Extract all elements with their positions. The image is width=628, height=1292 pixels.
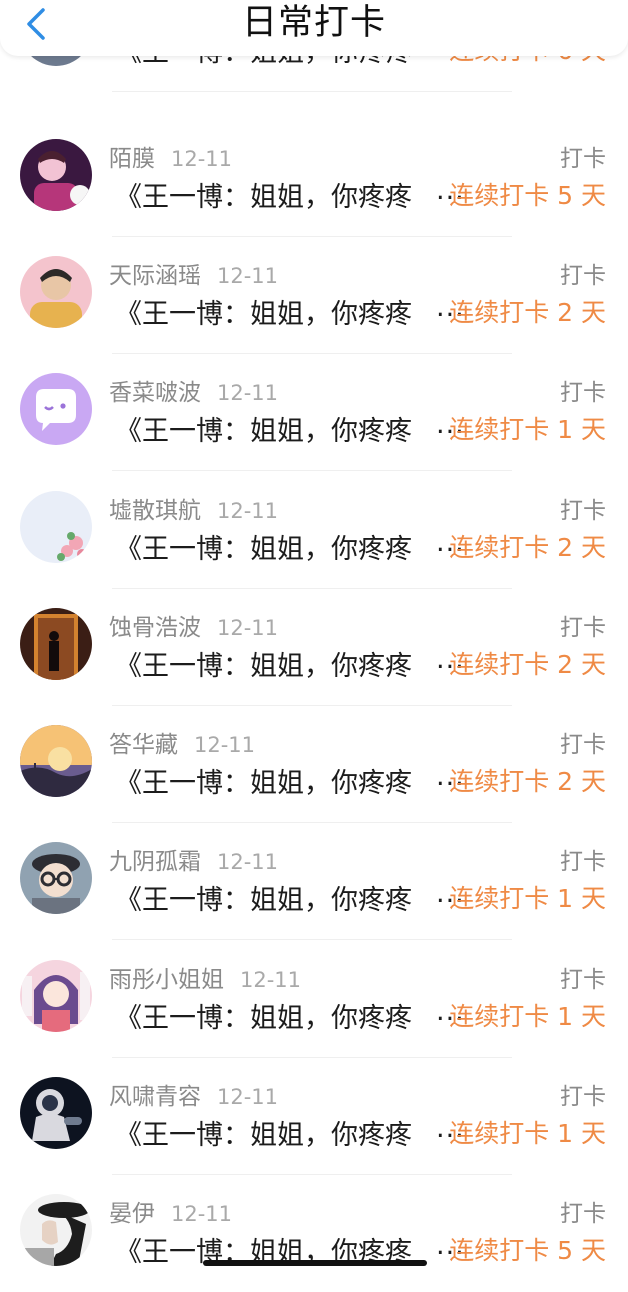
list-item[interactable]: 陌膜 12-11 打卡 《王一博：姐姐，你疼疼 ... 连续打卡 5 天 bbox=[0, 120, 628, 237]
streak-count: 连续打卡 2 天 bbox=[449, 533, 606, 562]
page-title: 日常打卡 bbox=[241, 3, 386, 43]
post-text: 《王一博：姐姐，你疼疼 bbox=[115, 182, 412, 213]
avatar[interactable] bbox=[20, 373, 92, 445]
post-date: 12-11 bbox=[171, 147, 233, 171]
check-in-button[interactable]: 打卡 bbox=[560, 960, 606, 994]
post-date: 12-11 bbox=[194, 733, 256, 757]
post-text: 《王一博：姐姐，你疼疼 bbox=[115, 299, 412, 330]
user-name[interactable]: 陌膜 12-11 bbox=[109, 139, 232, 173]
check-in-button[interactable]: 打卡 bbox=[560, 1077, 606, 1111]
pink-neon-person-avatar bbox=[20, 139, 92, 211]
home-indicator[interactable] bbox=[203, 1260, 427, 1266]
row-divider bbox=[112, 470, 512, 471]
check-in-button[interactable]: 打卡 bbox=[560, 608, 606, 642]
post-date: 12-11 bbox=[217, 264, 279, 288]
user-name[interactable]: 晏伊 12-11 bbox=[109, 1194, 232, 1228]
check-in-button[interactable]: 打卡 bbox=[560, 1194, 606, 1228]
astronaut-avatar bbox=[20, 1077, 92, 1149]
post-text: 《王一博：姐姐，你疼疼 bbox=[115, 534, 412, 565]
post-date: 12-11 bbox=[217, 381, 279, 405]
orange-sweater-person-avatar bbox=[20, 256, 92, 328]
streak-count: 连续打卡 2 天 bbox=[449, 650, 606, 679]
user-name[interactable]: 九阴孤霜 12-11 bbox=[109, 842, 278, 876]
sunset-landscape-avatar bbox=[20, 725, 92, 797]
streak-count: 连续打卡 1 天 bbox=[449, 884, 606, 913]
list-item[interactable]: 天际涵瑶 12-11 打卡 《王一博：姐姐，你疼疼 ... 连续打卡 2 天 bbox=[0, 237, 628, 354]
streak-count: 连续打卡 1 天 bbox=[449, 1119, 606, 1148]
check-in-button[interactable]: 打卡 bbox=[560, 725, 606, 759]
post-text: 《王一博：姐姐，你疼疼 bbox=[115, 416, 412, 447]
post-date: 12-11 bbox=[217, 1085, 279, 1109]
check-in-button[interactable]: 打卡 bbox=[560, 373, 606, 407]
row-divider bbox=[112, 91, 512, 92]
list-item[interactable]: 晏伊 12-11 打卡 《王一博：姐姐，你疼疼 ... 连续打卡 5 天 bbox=[0, 1175, 628, 1292]
avatar[interactable] bbox=[20, 608, 92, 680]
post-text: 《王一博：姐姐，你疼疼 bbox=[115, 885, 412, 916]
post-date: 12-11 bbox=[171, 1202, 233, 1226]
profile-with-hat-avatar bbox=[20, 1194, 92, 1266]
list-item[interactable]: 蚀骨浩波 12-11 打卡 《王一博：姐姐，你疼疼 ... 连续打卡 2 天 bbox=[0, 589, 628, 706]
avatar[interactable] bbox=[20, 960, 92, 1032]
avatar[interactable] bbox=[20, 1194, 92, 1266]
user-name[interactable]: 蚀骨浩波 12-11 bbox=[109, 608, 278, 642]
list-item[interactable]: 答华藏 12-11 打卡 《王一博：姐姐，你疼疼 ... 连续打卡 2 天 bbox=[0, 706, 628, 823]
list-item[interactable]: 九阴孤霜 12-11 打卡 《王一博：姐姐，你疼疼 ... 连续打卡 1 天 bbox=[0, 823, 628, 940]
user-name[interactable]: 香菜啵波 12-11 bbox=[109, 373, 278, 407]
post-text: 《王一博：姐姐，你疼疼 bbox=[115, 651, 412, 682]
post-text: 《王一博：姐姐，你疼疼 bbox=[115, 768, 412, 799]
check-in-button[interactable]: 打卡 bbox=[560, 256, 606, 290]
avatar[interactable] bbox=[20, 491, 92, 563]
user-name[interactable]: 天际涵瑶 12-11 bbox=[109, 256, 278, 290]
user-name[interactable]: 墟散琪航 12-11 bbox=[109, 491, 278, 525]
child-with-glasses-avatar bbox=[20, 842, 92, 914]
check-in-button[interactable]: 打卡 bbox=[560, 842, 606, 876]
post-date: 12-11 bbox=[217, 616, 279, 640]
streak-count: 连续打卡 1 天 bbox=[449, 415, 606, 444]
list-item[interactable]: 香菜啵波 12-11 打卡 《王一博：姐姐，你疼疼 ... 连续打卡 1 天 bbox=[0, 354, 628, 471]
avatar[interactable] bbox=[20, 1077, 92, 1149]
user-name[interactable]: 风啸青容 12-11 bbox=[109, 1077, 278, 1111]
user-name[interactable]: 答华藏 12-11 bbox=[109, 725, 255, 759]
check-in-button[interactable]: 打卡 bbox=[560, 491, 606, 525]
purple-chat-bubble-avatar bbox=[20, 373, 92, 445]
nav-bar: 日常打卡 bbox=[0, 0, 628, 56]
streak-count: 连续打卡 5 天 bbox=[449, 1236, 606, 1265]
post-date: 12-11 bbox=[217, 850, 279, 874]
flower-corner-avatar bbox=[20, 491, 92, 563]
avatar[interactable] bbox=[20, 256, 92, 328]
post-text: 《王一博：姐姐，你疼疼 bbox=[115, 1003, 412, 1034]
streak-count: 连续打卡 2 天 bbox=[449, 767, 606, 796]
post-date: 12-11 bbox=[240, 968, 302, 992]
post-date: 12-11 bbox=[217, 499, 279, 523]
avatar[interactable] bbox=[20, 842, 92, 914]
streak-count: 连续打卡 2 天 bbox=[449, 298, 606, 327]
dark-doorway-silhouette-avatar bbox=[20, 608, 92, 680]
user-name[interactable]: 雨彤小姐姐 12-11 bbox=[109, 960, 301, 994]
avatar[interactable] bbox=[20, 725, 92, 797]
list-item[interactable]: 墟散琪航 12-11 打卡 《王一博：姐姐，你疼疼 ... 连续打卡 2 天 bbox=[0, 472, 628, 589]
check-in-button[interactable]: 打卡 bbox=[560, 139, 606, 173]
row-divider bbox=[112, 939, 512, 940]
anime-girl-avatar bbox=[20, 960, 92, 1032]
streak-count: 连续打卡 5 天 bbox=[449, 181, 606, 210]
post-text: 《王一博：姐姐，你疼疼 bbox=[115, 1120, 412, 1151]
list-item[interactable]: 风啸青容 12-11 打卡 《王一博：姐姐，你疼疼 ... 连续打卡 1 天 bbox=[0, 1058, 628, 1175]
streak-count: 连续打卡 1 天 bbox=[449, 1002, 606, 1031]
avatar[interactable] bbox=[20, 139, 92, 211]
list-item[interactable]: 雨彤小姐姐 12-11 打卡 《王一博：姐姐，你疼疼 ... 连续打卡 1 天 bbox=[0, 941, 628, 1058]
